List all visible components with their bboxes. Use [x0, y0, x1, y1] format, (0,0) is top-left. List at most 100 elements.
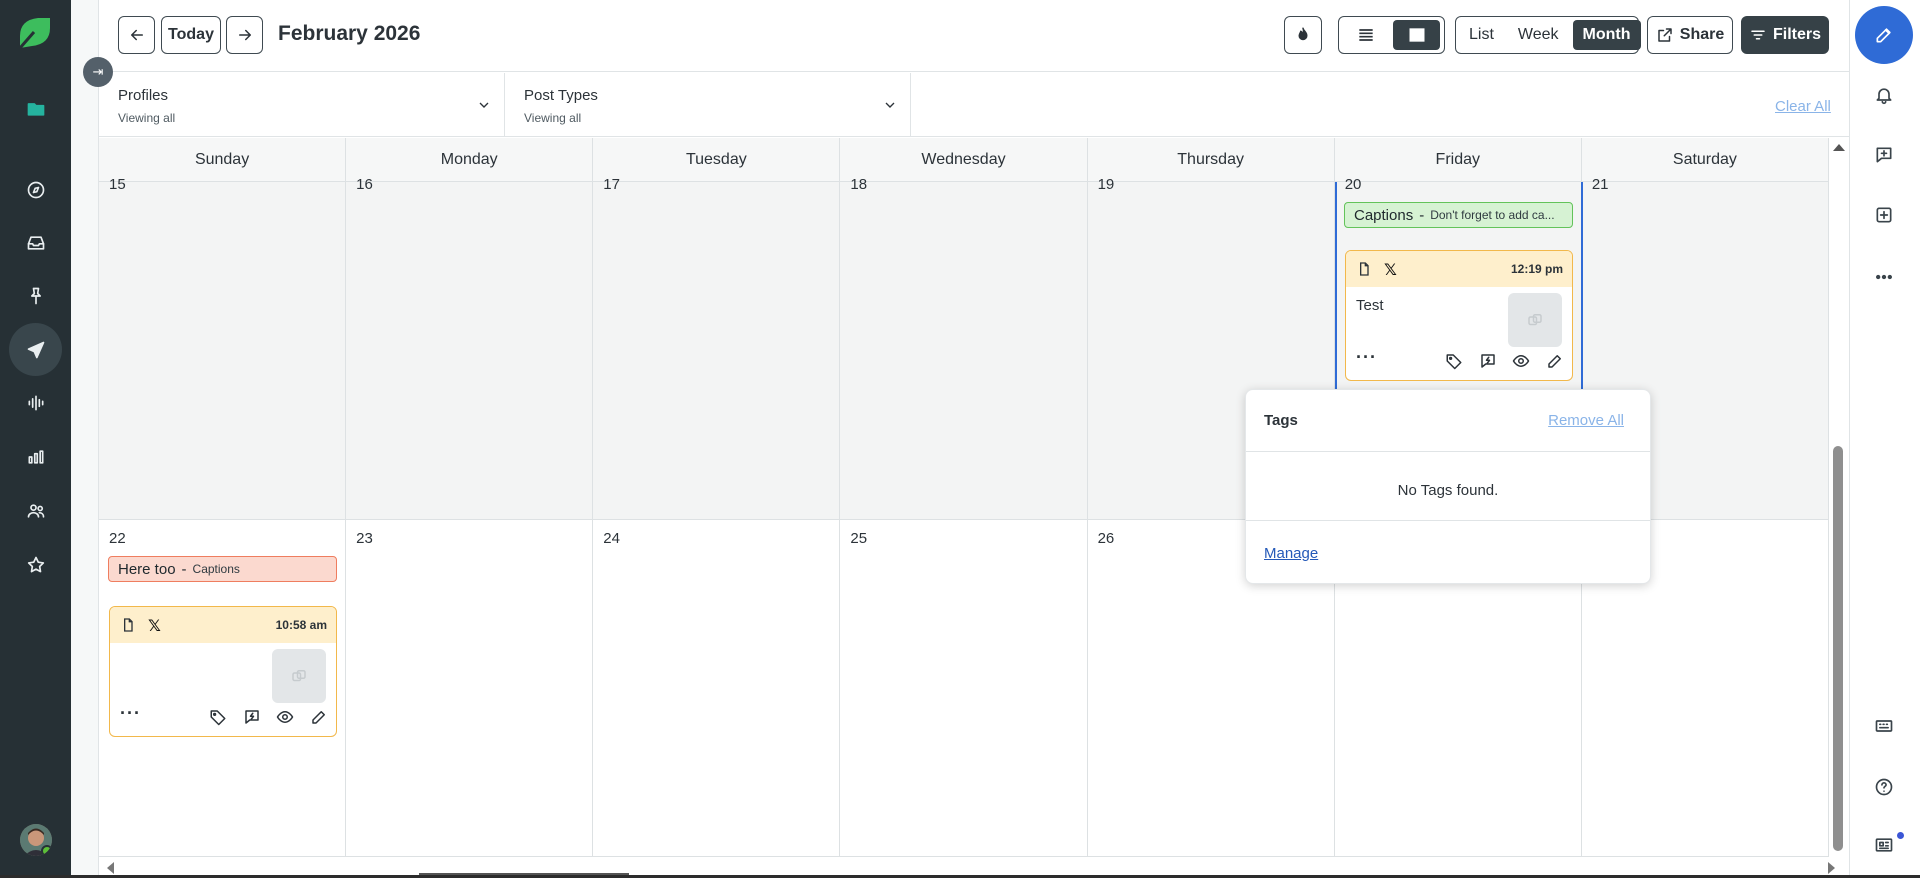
- day-number: 16: [356, 176, 373, 193]
- post-actions: ···: [1346, 348, 1572, 374]
- vertical-scrollbar[interactable]: [1829, 138, 1849, 858]
- note-text: Captions: [192, 562, 240, 576]
- folder-icon[interactable]: [9, 82, 62, 135]
- day-number: 26: [1097, 530, 1115, 547]
- help-icon[interactable]: [1870, 773, 1898, 801]
- avatar[interactable]: [20, 824, 52, 856]
- eye-icon[interactable]: [1512, 352, 1532, 372]
- post-more-icon[interactable]: ···: [120, 704, 141, 722]
- bell-icon[interactable]: [1870, 81, 1898, 109]
- clear-all-link[interactable]: Clear All: [1775, 98, 1831, 115]
- day-number: 23: [356, 530, 373, 547]
- day-number: 22: [109, 530, 126, 547]
- comment-bolt-icon[interactable]: [243, 708, 263, 728]
- weekday-wednesday: Wednesday: [840, 138, 1088, 181]
- audio-wave-icon[interactable]: [9, 376, 62, 429]
- share-button[interactable]: Share: [1647, 16, 1733, 54]
- profiles-filter[interactable]: Profiles Viewing all: [99, 73, 505, 137]
- today-label: Today: [168, 26, 214, 43]
- inbox-icon[interactable]: [9, 216, 62, 269]
- chevron-down-icon: [476, 97, 492, 113]
- post-thumbnail: [1508, 293, 1562, 347]
- arrow-left-icon: [130, 29, 143, 41]
- tag-icon[interactable]: [1445, 352, 1465, 372]
- day-cell[interactable]: 17: [593, 176, 841, 519]
- today-button[interactable]: Today: [161, 16, 221, 54]
- pin-icon[interactable]: [9, 269, 62, 322]
- compose-icon: [1876, 28, 1891, 43]
- pencil-icon[interactable]: [1546, 352, 1566, 372]
- collapse-panel-button[interactable]: ⇥: [83, 57, 113, 87]
- document-icon: [1360, 262, 1369, 276]
- post-card[interactable]: 𝕏 12:19 pm Test ···: [1345, 250, 1573, 381]
- post-card[interactable]: 𝕏 10:58 am ···: [109, 606, 337, 737]
- add-square-icon[interactable]: [1870, 201, 1898, 229]
- day-cell[interactable]: 25: [840, 520, 1088, 856]
- next-month-button[interactable]: [226, 16, 263, 54]
- tags-popover-title: Tags: [1264, 412, 1298, 429]
- calendar-note[interactable]: Here too - Captions: [108, 556, 337, 582]
- app-root: ⇥ Today February 2026 List Week Month Sh…: [0, 0, 1920, 878]
- vertical-scroll-thumb[interactable]: [1833, 446, 1843, 851]
- send-icon[interactable]: [9, 323, 62, 376]
- eye-icon[interactable]: [276, 708, 296, 728]
- view-option-week[interactable]: Week: [1508, 20, 1569, 50]
- scroll-up-icon[interactable]: [1833, 144, 1845, 151]
- post-types-filter[interactable]: Post Types Viewing all: [505, 73, 911, 137]
- density-toggle: [1338, 16, 1445, 54]
- filters-label: Filters: [1772, 26, 1821, 43]
- view-option-month[interactable]: Month: [1572, 20, 1641, 50]
- comment-bolt-icon[interactable]: [1479, 352, 1499, 372]
- note-text: Don't forget to add ca...: [1430, 208, 1555, 222]
- dark-mode-button[interactable]: [1284, 16, 1322, 54]
- expanded-view-option[interactable]: [1393, 20, 1440, 50]
- day-cell[interactable]: 16: [346, 176, 594, 519]
- weekday-thursday: Thursday: [1088, 138, 1335, 181]
- people-icon[interactable]: [9, 484, 62, 537]
- divider: [1246, 520, 1650, 521]
- calendar-note[interactable]: Captions - Don't forget to add ca...: [1344, 202, 1573, 228]
- remove-all-tags-link[interactable]: Remove All: [1548, 412, 1624, 429]
- day-number: 15: [109, 176, 126, 193]
- post-types-filter-value: Viewing all: [524, 111, 582, 125]
- compose-button[interactable]: [1855, 6, 1913, 64]
- bar-chart-icon[interactable]: [9, 430, 62, 483]
- tags-popover: Tags Remove All No Tags found. Manage: [1245, 389, 1651, 584]
- day-cell[interactable]: 23: [346, 520, 594, 856]
- compact-view-option[interactable]: [1342, 20, 1389, 50]
- day-number: 20: [1344, 176, 1362, 193]
- weekday-monday: Monday: [346, 138, 594, 181]
- more-icon[interactable]: [1870, 263, 1898, 291]
- note-separator: -: [181, 560, 187, 578]
- weekday-saturday: Saturday: [1582, 138, 1829, 181]
- news-icon[interactable]: [1870, 831, 1898, 859]
- tag-icon[interactable]: [209, 708, 229, 728]
- left-nav-rail: [0, 0, 71, 878]
- star-icon[interactable]: [9, 538, 62, 591]
- day-cell[interactable]: 15: [99, 176, 347, 519]
- day-cell[interactable]: 24: [593, 520, 841, 856]
- compass-icon[interactable]: [9, 163, 62, 216]
- weekday-friday: Friday: [1335, 138, 1582, 181]
- scroll-right-icon[interactable]: [1828, 862, 1835, 874]
- no-tags-message: No Tags found.: [1397, 482, 1499, 499]
- post-thumbnail: [272, 649, 326, 703]
- pencil-icon[interactable]: [310, 708, 330, 728]
- filters-button[interactable]: Filters: [1741, 16, 1829, 54]
- collapse-arrow-icon: ⇥: [92, 64, 104, 79]
- online-status-dot: [41, 845, 52, 856]
- note-title: Here too: [118, 560, 176, 578]
- x-network-icon: 𝕏: [148, 615, 161, 635]
- previous-month-button[interactable]: [118, 16, 155, 54]
- manage-tags-link[interactable]: Manage: [1264, 545, 1318, 562]
- day-cell[interactable]: 18: [840, 176, 1088, 519]
- message-plus-icon[interactable]: [1870, 141, 1898, 169]
- profiles-filter-label: Profiles: [118, 87, 169, 104]
- keyboard-icon[interactable]: [1870, 712, 1898, 740]
- post-more-icon[interactable]: ···: [1356, 348, 1377, 366]
- sprout-logo[interactable]: [16, 14, 54, 52]
- divider: [1246, 451, 1650, 452]
- view-option-list[interactable]: List: [1459, 20, 1504, 50]
- scroll-left-icon[interactable]: [107, 862, 114, 874]
- share-label: Share: [1679, 26, 1725, 43]
